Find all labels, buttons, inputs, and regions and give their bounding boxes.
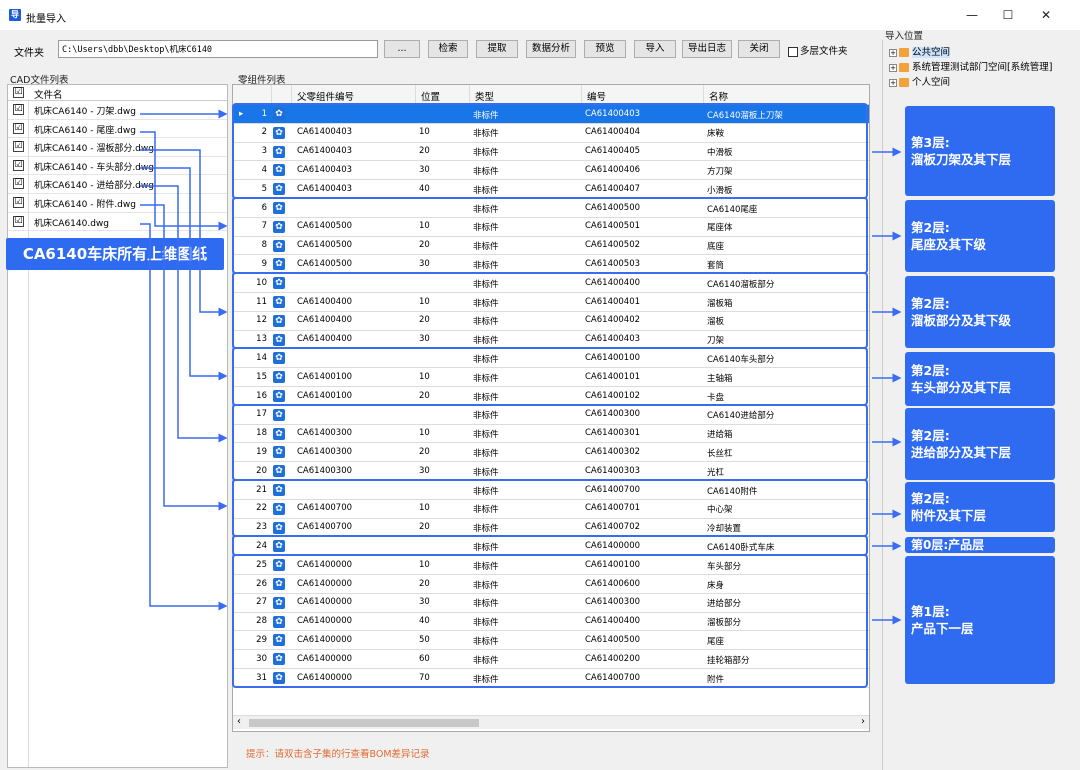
annotation-arrows xyxy=(140,109,902,625)
file-arrow xyxy=(140,223,228,611)
file-arrow xyxy=(140,167,228,381)
file-arrow xyxy=(140,204,228,511)
file-arrow xyxy=(140,131,228,231)
file-arrow xyxy=(140,149,228,317)
